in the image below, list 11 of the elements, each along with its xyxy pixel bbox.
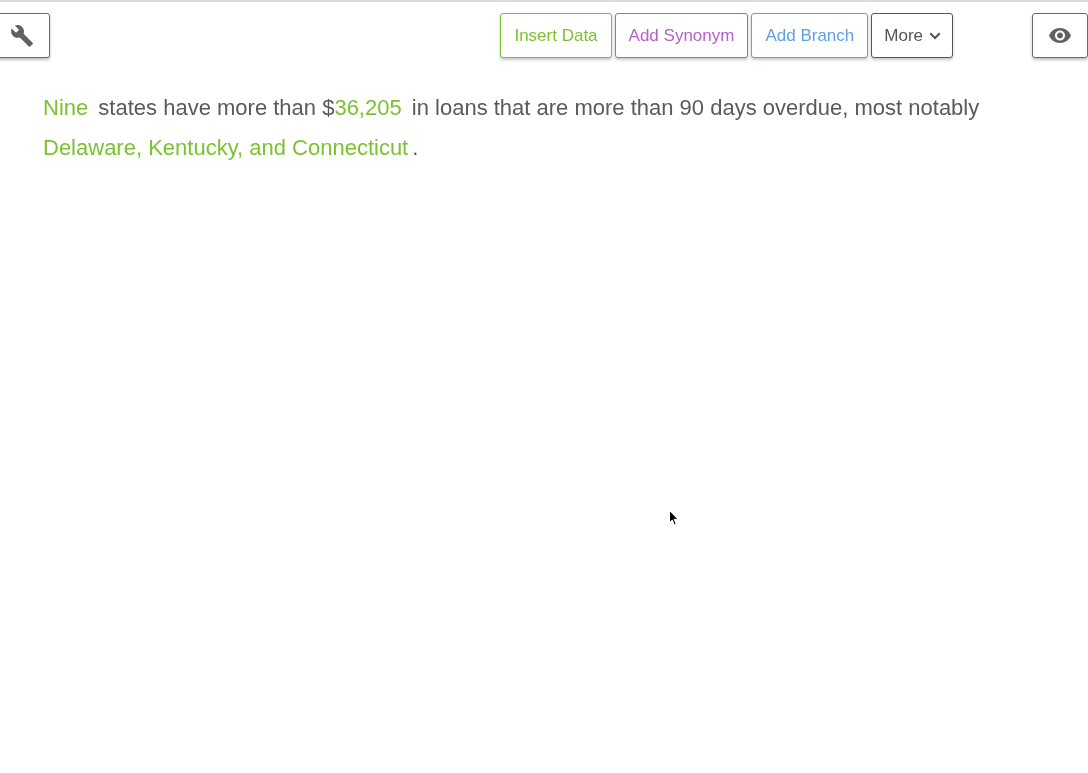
settings-wrench-button[interactable] [0, 13, 50, 58]
preview-button[interactable] [1032, 13, 1088, 58]
chevron-down-icon [929, 31, 941, 40]
toolbar-button[interactable]: Add Synonym [614, 13, 749, 58]
wrench-icon [11, 24, 33, 47]
eye-icon [1049, 28, 1071, 43]
narrative-text: Nine states have more than $36,205 in loans that are more than 90 days overdue, most notably Delaware, Kentucky, and Connecticut . [43, 94, 981, 162]
toolbar-button[interactable]: Insert Data [500, 13, 612, 58]
more-menu-button[interactable]: More [871, 13, 953, 58]
toolbar-button[interactable]: Add Branch [751, 13, 869, 58]
mouse-pointer-icon [669, 510, 679, 526]
